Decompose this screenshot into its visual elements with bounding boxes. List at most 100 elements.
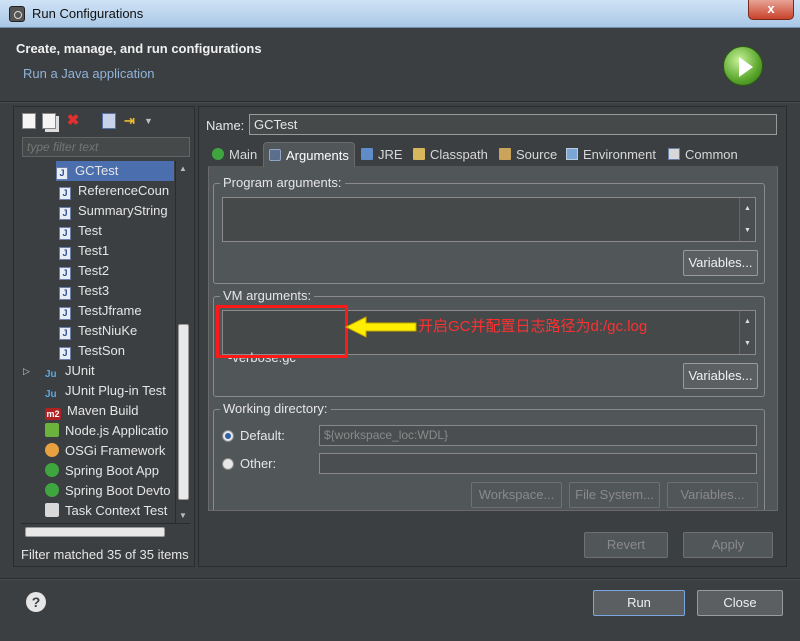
run-configurations-app-icon (9, 6, 25, 22)
common-tab-icon (668, 148, 680, 160)
tree-item-testson[interactable]: J TestSon (59, 341, 125, 361)
tree-horizontal-scrollbar[interactable] (21, 523, 190, 539)
tree-item-test2[interactable]: J Test2 (59, 261, 109, 281)
task-context-icon (45, 503, 59, 517)
working-directory-label: Working directory: (220, 401, 331, 416)
maven-icon: m2 (45, 408, 61, 420)
run-button[interactable]: Run (593, 590, 685, 616)
default-directory-label: Default: (240, 428, 285, 443)
annotation-arrow-icon (344, 316, 417, 338)
java-class-icon: J (59, 187, 71, 200)
tree-item-testjframe[interactable]: J TestJframe (59, 301, 142, 321)
footer-divider (0, 578, 800, 580)
name-label: Name: (206, 118, 245, 133)
tree-scroll-thumb[interactable] (178, 324, 189, 500)
scroll-up-icon[interactable]: ▲ (179, 164, 187, 173)
tab-source[interactable]: Source (499, 144, 557, 166)
tree-item-junit-plugin-test[interactable]: Ju JUnit Plug-in Test (45, 381, 166, 401)
new-configuration-icon[interactable] (22, 113, 36, 129)
tree-hscroll-thumb[interactable] (25, 527, 165, 537)
scroll-down-icon[interactable]: ▼ (179, 511, 187, 520)
configuration-name-input[interactable] (249, 114, 777, 135)
window-title: Run Configurations (32, 6, 144, 21)
filter-input[interactable] (22, 137, 190, 157)
java-class-icon: J (56, 167, 68, 180)
tab-classpath[interactable]: Classpath (413, 144, 488, 166)
filter-configurations-icon[interactable]: ⇥ (124, 113, 138, 129)
java-class-icon: J (59, 307, 71, 320)
workspace-button[interactable]: Workspace... (471, 482, 562, 508)
tree-item-test3[interactable]: J Test3 (59, 281, 109, 301)
duplicate-configuration-icon[interactable] (42, 113, 56, 129)
java-class-icon: J (59, 267, 71, 280)
tree-item-junit[interactable]: ▷ Ju JUnit (23, 361, 95, 381)
java-class-icon: J (59, 287, 71, 300)
help-icon[interactable]: ? (26, 592, 46, 612)
window-titlebar: Run Configurations x (0, 0, 800, 28)
tree-item-test[interactable]: J Test (59, 221, 102, 241)
expand-arrow-icon[interactable]: ▷ (23, 361, 30, 381)
configurations-panel: ✖ ⇥ ▼ JGCTest JReferenceCoun JSummaryStr… (13, 106, 195, 567)
vm-arguments-highlight-box (216, 305, 348, 358)
file-system-button[interactable]: File System... (569, 482, 660, 508)
close-button[interactable]: Close (697, 590, 783, 616)
delete-configuration-icon[interactable]: ✖ (66, 113, 80, 129)
junit-plugin-icon: Ju (45, 389, 57, 400)
tab-jre[interactable]: JRE (361, 144, 403, 166)
program-arguments-label: Program arguments: (220, 175, 345, 190)
revert-button[interactable]: Revert (584, 532, 668, 558)
spring-devtools-icon (45, 483, 59, 497)
java-class-icon: J (59, 247, 71, 260)
jre-tab-icon (361, 148, 373, 160)
java-class-icon: J (59, 347, 71, 360)
dialog-header: Create, manage, and run configurations R… (0, 29, 800, 101)
tree-item-osgi-framework[interactable]: OSGi Framework (45, 441, 165, 461)
working-dir-variables-button[interactable]: Variables... (667, 482, 758, 508)
main-tab-icon (212, 148, 224, 160)
tree-item-test1[interactable]: J Test1 (59, 241, 109, 261)
collapse-all-icon[interactable] (102, 113, 116, 129)
source-tab-icon (499, 148, 511, 160)
tree-item-testniuke[interactable]: J TestNiuKe (59, 321, 137, 341)
tree-item-maven-build[interactable]: m2 Maven Build (45, 401, 139, 421)
header-subtitle: Run a Java application (23, 66, 155, 81)
program-arguments-scrollbar[interactable]: ▲ ▼ (739, 198, 755, 241)
configurations-tree: J GCTest J ReferenceCoun J SummaryString JT… (21, 161, 174, 523)
arguments-tab-icon (269, 149, 281, 161)
default-directory-field: ${workspace_loc:WDL} (319, 425, 757, 446)
vm-arguments-label: VM arguments: (220, 288, 315, 303)
tab-main[interactable]: Main (212, 144, 257, 166)
tree-item-nodejs-application[interactable]: Node.js Applicatio (45, 421, 168, 441)
window-close-button[interactable]: x (748, 0, 794, 20)
program-variables-button[interactable]: Variables... (683, 250, 758, 276)
tab-environment[interactable]: Environment (566, 144, 656, 166)
program-arguments-textarea[interactable]: ▲ ▼ (222, 197, 756, 242)
tab-common[interactable]: Common (668, 144, 738, 166)
tree-vertical-scrollbar[interactable]: ▲ ▼ (175, 161, 190, 523)
tree-item-gctest[interactable]: J GCTest (56, 161, 174, 181)
configuration-tabs: Main Arguments JRE Classpath Source Envi… (208, 142, 778, 168)
java-class-icon: J (59, 327, 71, 340)
other-directory-radio[interactable] (222, 458, 234, 470)
other-directory-field[interactable] (319, 453, 757, 474)
filter-status-text: Filter matched 35 of 35 items (21, 547, 189, 562)
java-class-icon: J (59, 207, 71, 220)
view-menu-dropdown-icon[interactable]: ▼ (144, 113, 158, 129)
tab-arguments[interactable]: Arguments (263, 142, 355, 168)
osgi-icon (45, 443, 59, 457)
vm-arguments-scrollbar[interactable]: ▲ ▼ (739, 311, 755, 354)
vm-variables-button[interactable]: Variables... (683, 363, 758, 389)
tree-item-summarystring[interactable]: J SummaryString (59, 201, 168, 221)
nodejs-icon (45, 423, 59, 437)
tree-item-referencecoun[interactable]: J ReferenceCoun (59, 181, 169, 201)
run-icon (723, 46, 763, 86)
header-title: Create, manage, and run configurations (16, 41, 262, 56)
spring-boot-icon (45, 463, 59, 477)
tree-item-spring-boot-app[interactable]: Spring Boot App (45, 461, 159, 481)
working-directory-group: Working directory: Default: ${workspace_… (213, 401, 765, 510)
tree-item-spring-boot-devtools[interactable]: Spring Boot Devto (45, 481, 171, 501)
apply-button[interactable]: Apply (683, 532, 773, 558)
tree-item-task-context-test[interactable]: Task Context Test (45, 501, 167, 521)
program-arguments-group: Program arguments: ▲ ▼ Variables... (213, 175, 765, 284)
default-directory-radio[interactable] (222, 430, 234, 442)
